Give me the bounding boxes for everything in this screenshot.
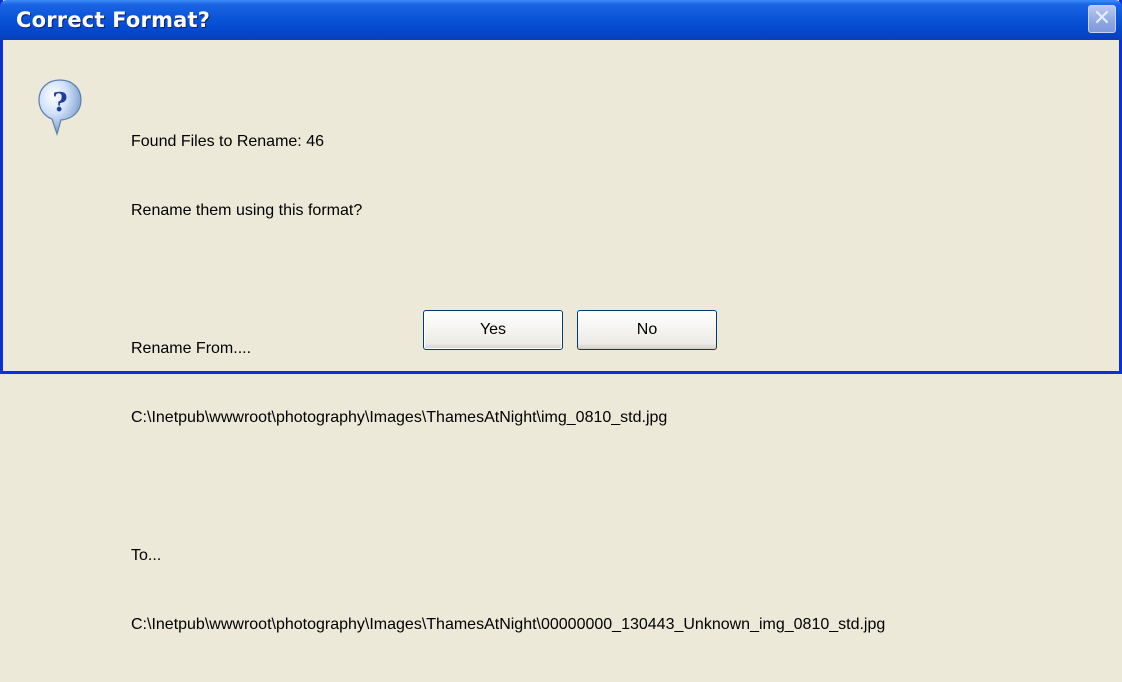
title-bar[interactable]: Correct Format? ✕: [0, 0, 1122, 40]
yes-button[interactable]: Yes: [423, 310, 563, 350]
message-line-question: Rename them using this format?: [131, 202, 363, 219]
window-title: Correct Format?: [16, 8, 211, 32]
no-button[interactable]: No: [577, 310, 717, 350]
rename-to-path: C:\Inetpub\wwwroot\photography\Images\Th…: [131, 616, 886, 633]
question-icon: ?: [38, 79, 82, 136]
close-button[interactable]: ✕: [1088, 5, 1116, 33]
message-text: Found Files to Rename: 46 Rename them us…: [131, 84, 885, 682]
rename-from-path: C:\Inetpub\wwwroot\photography\Images\Th…: [131, 409, 668, 426]
question-mark: ?: [52, 88, 67, 118]
rename-to-label: To...: [131, 547, 162, 564]
close-icon: ✕: [1092, 6, 1112, 31]
dialog-window: Correct Format? ✕ ? Found Files to Renam…: [0, 0, 1122, 633]
message-line-count: Found Files to Rename: 46: [131, 133, 324, 150]
